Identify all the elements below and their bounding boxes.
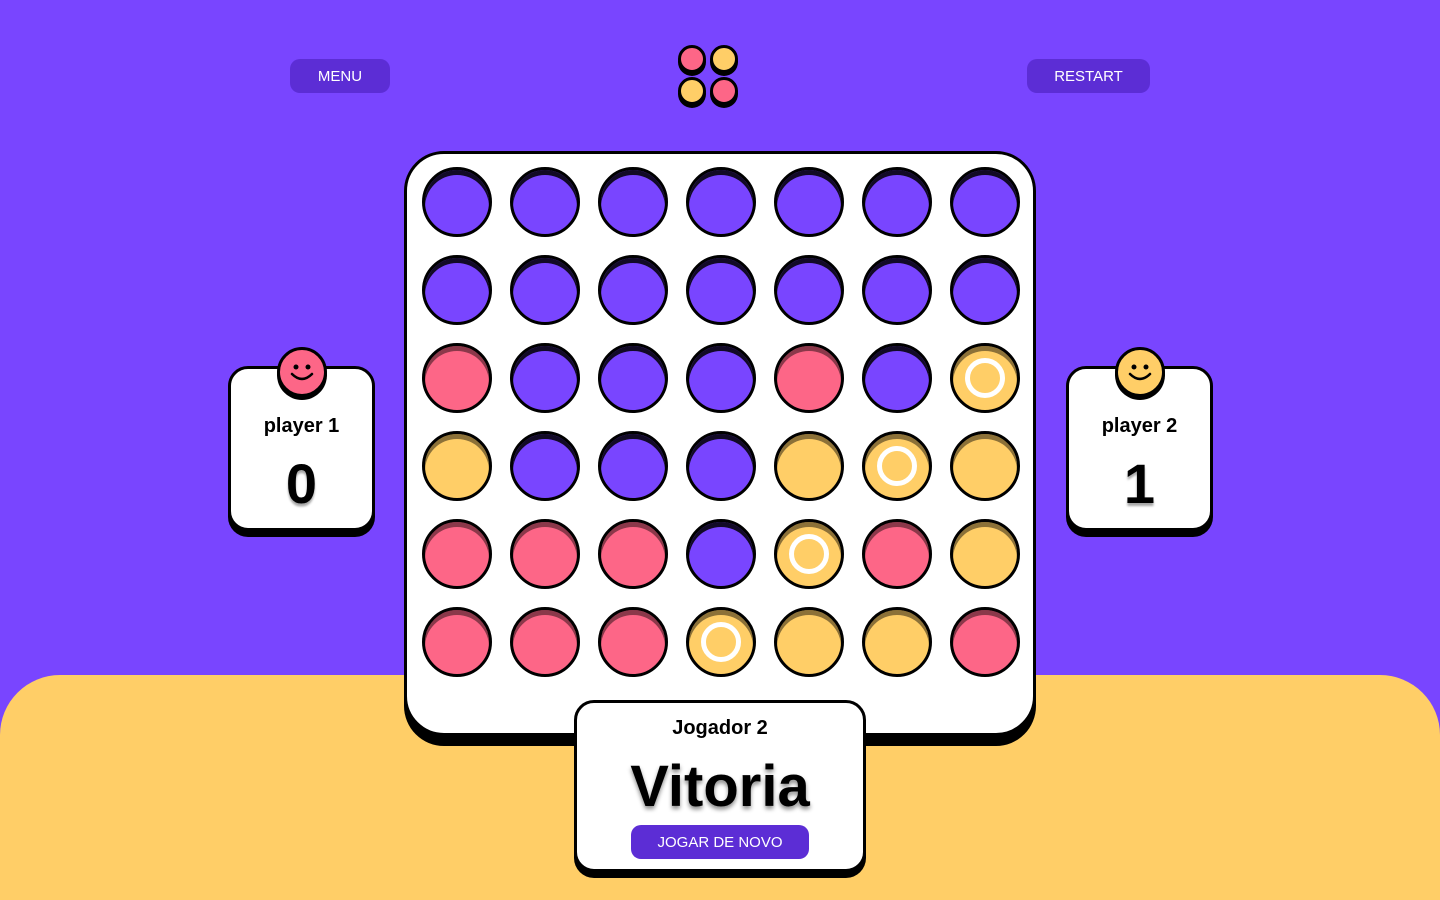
smiley-face-icon <box>276 347 327 397</box>
player-1-score: 0 <box>285 452 318 515</box>
board-cell-empty[interactable] <box>598 343 668 413</box>
smiley-face-icon <box>1114 347 1165 397</box>
board-cell-empty[interactable] <box>422 255 492 325</box>
board-cell-empty[interactable] <box>510 431 580 501</box>
board-cell-red[interactable] <box>862 519 932 589</box>
logo-dot-yellow-bottom <box>678 77 706 105</box>
winning-marker-icon <box>965 358 1005 398</box>
board-cell-yellow[interactable] <box>774 607 844 677</box>
board-cell-red[interactable] <box>422 607 492 677</box>
board-cell-empty[interactable] <box>950 167 1020 237</box>
board-cell-empty[interactable] <box>686 255 756 325</box>
board-cell-empty[interactable] <box>774 167 844 237</box>
logo-dot-yellow-top <box>710 45 738 73</box>
menu-button[interactable]: MENU <box>290 59 390 93</box>
logo-dot-red-top <box>678 45 706 73</box>
board-cell-yellow[interactable] <box>950 343 1020 413</box>
board-cell-empty[interactable] <box>510 167 580 237</box>
board-cell-yellow[interactable] <box>950 519 1020 589</box>
result-player-label: Jogador 2 <box>672 717 768 739</box>
player-2-name: player 2 <box>1101 415 1178 437</box>
winning-marker-icon <box>877 446 917 486</box>
board-cell-empty[interactable] <box>862 255 932 325</box>
board-cell-empty[interactable] <box>686 431 756 501</box>
board-cell-empty[interactable] <box>598 167 668 237</box>
board-cell-yellow[interactable] <box>686 607 756 677</box>
board-cell-empty[interactable] <box>510 343 580 413</box>
play-again-button[interactable]: JOGAR DE NOVO <box>631 825 809 859</box>
board-cell-empty[interactable] <box>422 167 492 237</box>
board-cell-empty[interactable] <box>774 255 844 325</box>
restart-button[interactable]: RESTART <box>1027 59 1150 93</box>
board-cell-red[interactable] <box>598 607 668 677</box>
game-logo <box>678 45 738 107</box>
board-cell-empty[interactable] <box>598 431 668 501</box>
board-cell-red[interactable] <box>510 607 580 677</box>
board-cell-empty[interactable] <box>686 343 756 413</box>
game-board[interactable] <box>404 151 1036 736</box>
board-cell-empty[interactable] <box>862 167 932 237</box>
board-cell-yellow[interactable] <box>422 431 492 501</box>
board-cell-red[interactable] <box>950 607 1020 677</box>
board-cell-yellow[interactable] <box>950 431 1020 501</box>
board-cell-empty[interactable] <box>862 343 932 413</box>
board-cell-empty[interactable] <box>598 255 668 325</box>
board-cell-yellow[interactable] <box>862 607 932 677</box>
board-cell-red[interactable] <box>422 519 492 589</box>
board-cell-yellow[interactable] <box>862 431 932 501</box>
board-cell-red[interactable] <box>510 519 580 589</box>
board-cell-yellow[interactable] <box>774 519 844 589</box>
board-cell-red[interactable] <box>598 519 668 589</box>
player-1-card: player 1 0 <box>228 347 375 531</box>
player-1-name: player 1 <box>263 415 340 437</box>
board-cell-empty[interactable] <box>950 255 1020 325</box>
logo-dot-red-bottom <box>710 77 738 105</box>
board-cell-yellow[interactable] <box>774 431 844 501</box>
board-cell-empty[interactable] <box>686 519 756 589</box>
board-cell-red[interactable] <box>422 343 492 413</box>
result-text: Vitoria <box>630 754 810 819</box>
board-cell-empty[interactable] <box>686 167 756 237</box>
board-cell-empty[interactable] <box>510 255 580 325</box>
result-card: Jogador 2 Vitoria JOGAR DE NOVO <box>574 700 866 872</box>
winning-marker-icon <box>789 534 829 574</box>
player-2-score: 1 <box>1123 452 1156 515</box>
player-2-card: player 2 1 <box>1066 347 1213 531</box>
board-cell-red[interactable] <box>774 343 844 413</box>
winning-marker-icon <box>701 622 741 662</box>
